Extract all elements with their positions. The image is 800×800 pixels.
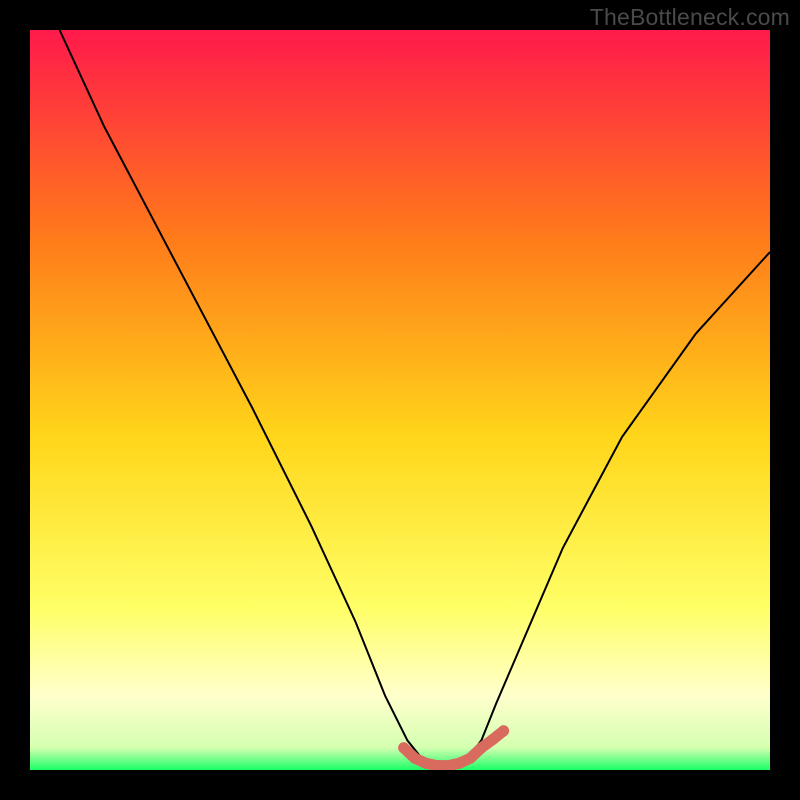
optimal-range-dot: [420, 758, 431, 769]
optimal-range-dot: [409, 753, 420, 764]
optimal-range-dot: [465, 753, 476, 764]
optimal-range-dot: [454, 758, 465, 769]
plot-area: [30, 30, 770, 770]
bottleneck-chart: [30, 30, 770, 770]
optimal-range-dot: [476, 742, 487, 753]
chart-frame: TheBottleneck.com: [0, 0, 800, 800]
gradient-background: [30, 30, 770, 770]
optimal-range-dot: [487, 734, 498, 745]
optimal-range-dot: [498, 725, 509, 736]
optimal-range-dot: [398, 742, 409, 753]
watermark-text: TheBottleneck.com: [590, 4, 790, 31]
